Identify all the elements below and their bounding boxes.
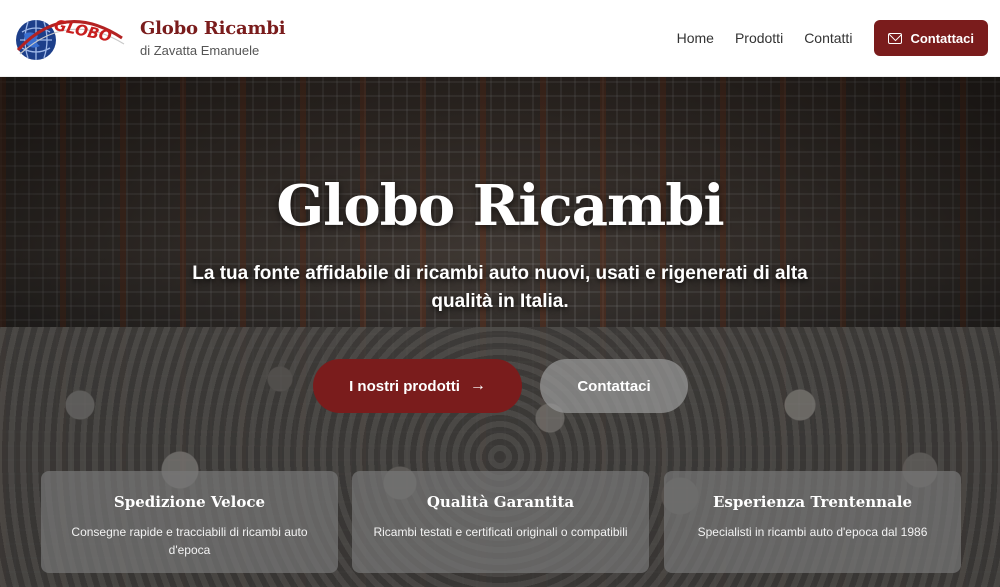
mail-icon xyxy=(888,32,903,44)
feature-card-experience: Esperienza Trentennale Specialisti in ri… xyxy=(664,471,961,573)
logo-wordmark: GLOBO xyxy=(53,16,114,46)
feature-text: Specialisti in ricambi auto d'epoca dal … xyxy=(697,525,928,539)
feature-card-quality: Qualità Garantita Ricambi testati e cert… xyxy=(352,471,649,573)
contact-button-label: Contattaci xyxy=(910,30,974,46)
nav-contatti[interactable]: Contatti xyxy=(804,30,852,46)
nav-home[interactable]: Home xyxy=(677,30,714,46)
feature-title: Esperienza Trentennale xyxy=(712,493,913,511)
brand-title[interactable]: Globo Ricambi xyxy=(140,18,286,39)
products-button[interactable]: I nostri prodotti → xyxy=(313,359,522,413)
nav-prodotti[interactable]: Prodotti xyxy=(735,30,783,46)
hero-section: Globo Ricambi La tua fonte affidabile di… xyxy=(0,77,1000,587)
feature-text: Ricambi testati e certificati originali … xyxy=(373,525,628,539)
feature-text: Consegne rapide e tracciabili di ricambi… xyxy=(71,525,308,557)
hero-contact-button-label: Contattaci xyxy=(577,377,651,395)
main-nav: Home Prodotti Contatti Contattaci xyxy=(656,20,988,56)
feature-card-shipping: Spedizione Veloce Consegne rapide e trac… xyxy=(41,471,338,573)
feature-title: Spedizione Veloce xyxy=(113,493,266,511)
contact-button[interactable]: Contattaci xyxy=(874,20,988,56)
brand: Globo Ricambi di Zavatta Emanuele xyxy=(140,18,286,58)
arrow-right-icon: → xyxy=(469,377,486,394)
logo[interactable]: GLOBO xyxy=(14,10,130,66)
site-header: GLOBO Globo Ricambi di Zavatta Emanuele … xyxy=(0,0,1000,77)
hero-subtitle: La tua fonte affidabile di ricambi auto … xyxy=(192,263,808,312)
hero-contact-button[interactable]: Contattaci xyxy=(540,359,688,413)
feature-title: Qualità Garantita xyxy=(426,493,575,511)
products-button-label: I nostri prodotti xyxy=(349,377,460,395)
brand-subtitle: di Zavatta Emanuele xyxy=(140,43,260,58)
hero-title: Globo Ricambi xyxy=(276,173,724,239)
